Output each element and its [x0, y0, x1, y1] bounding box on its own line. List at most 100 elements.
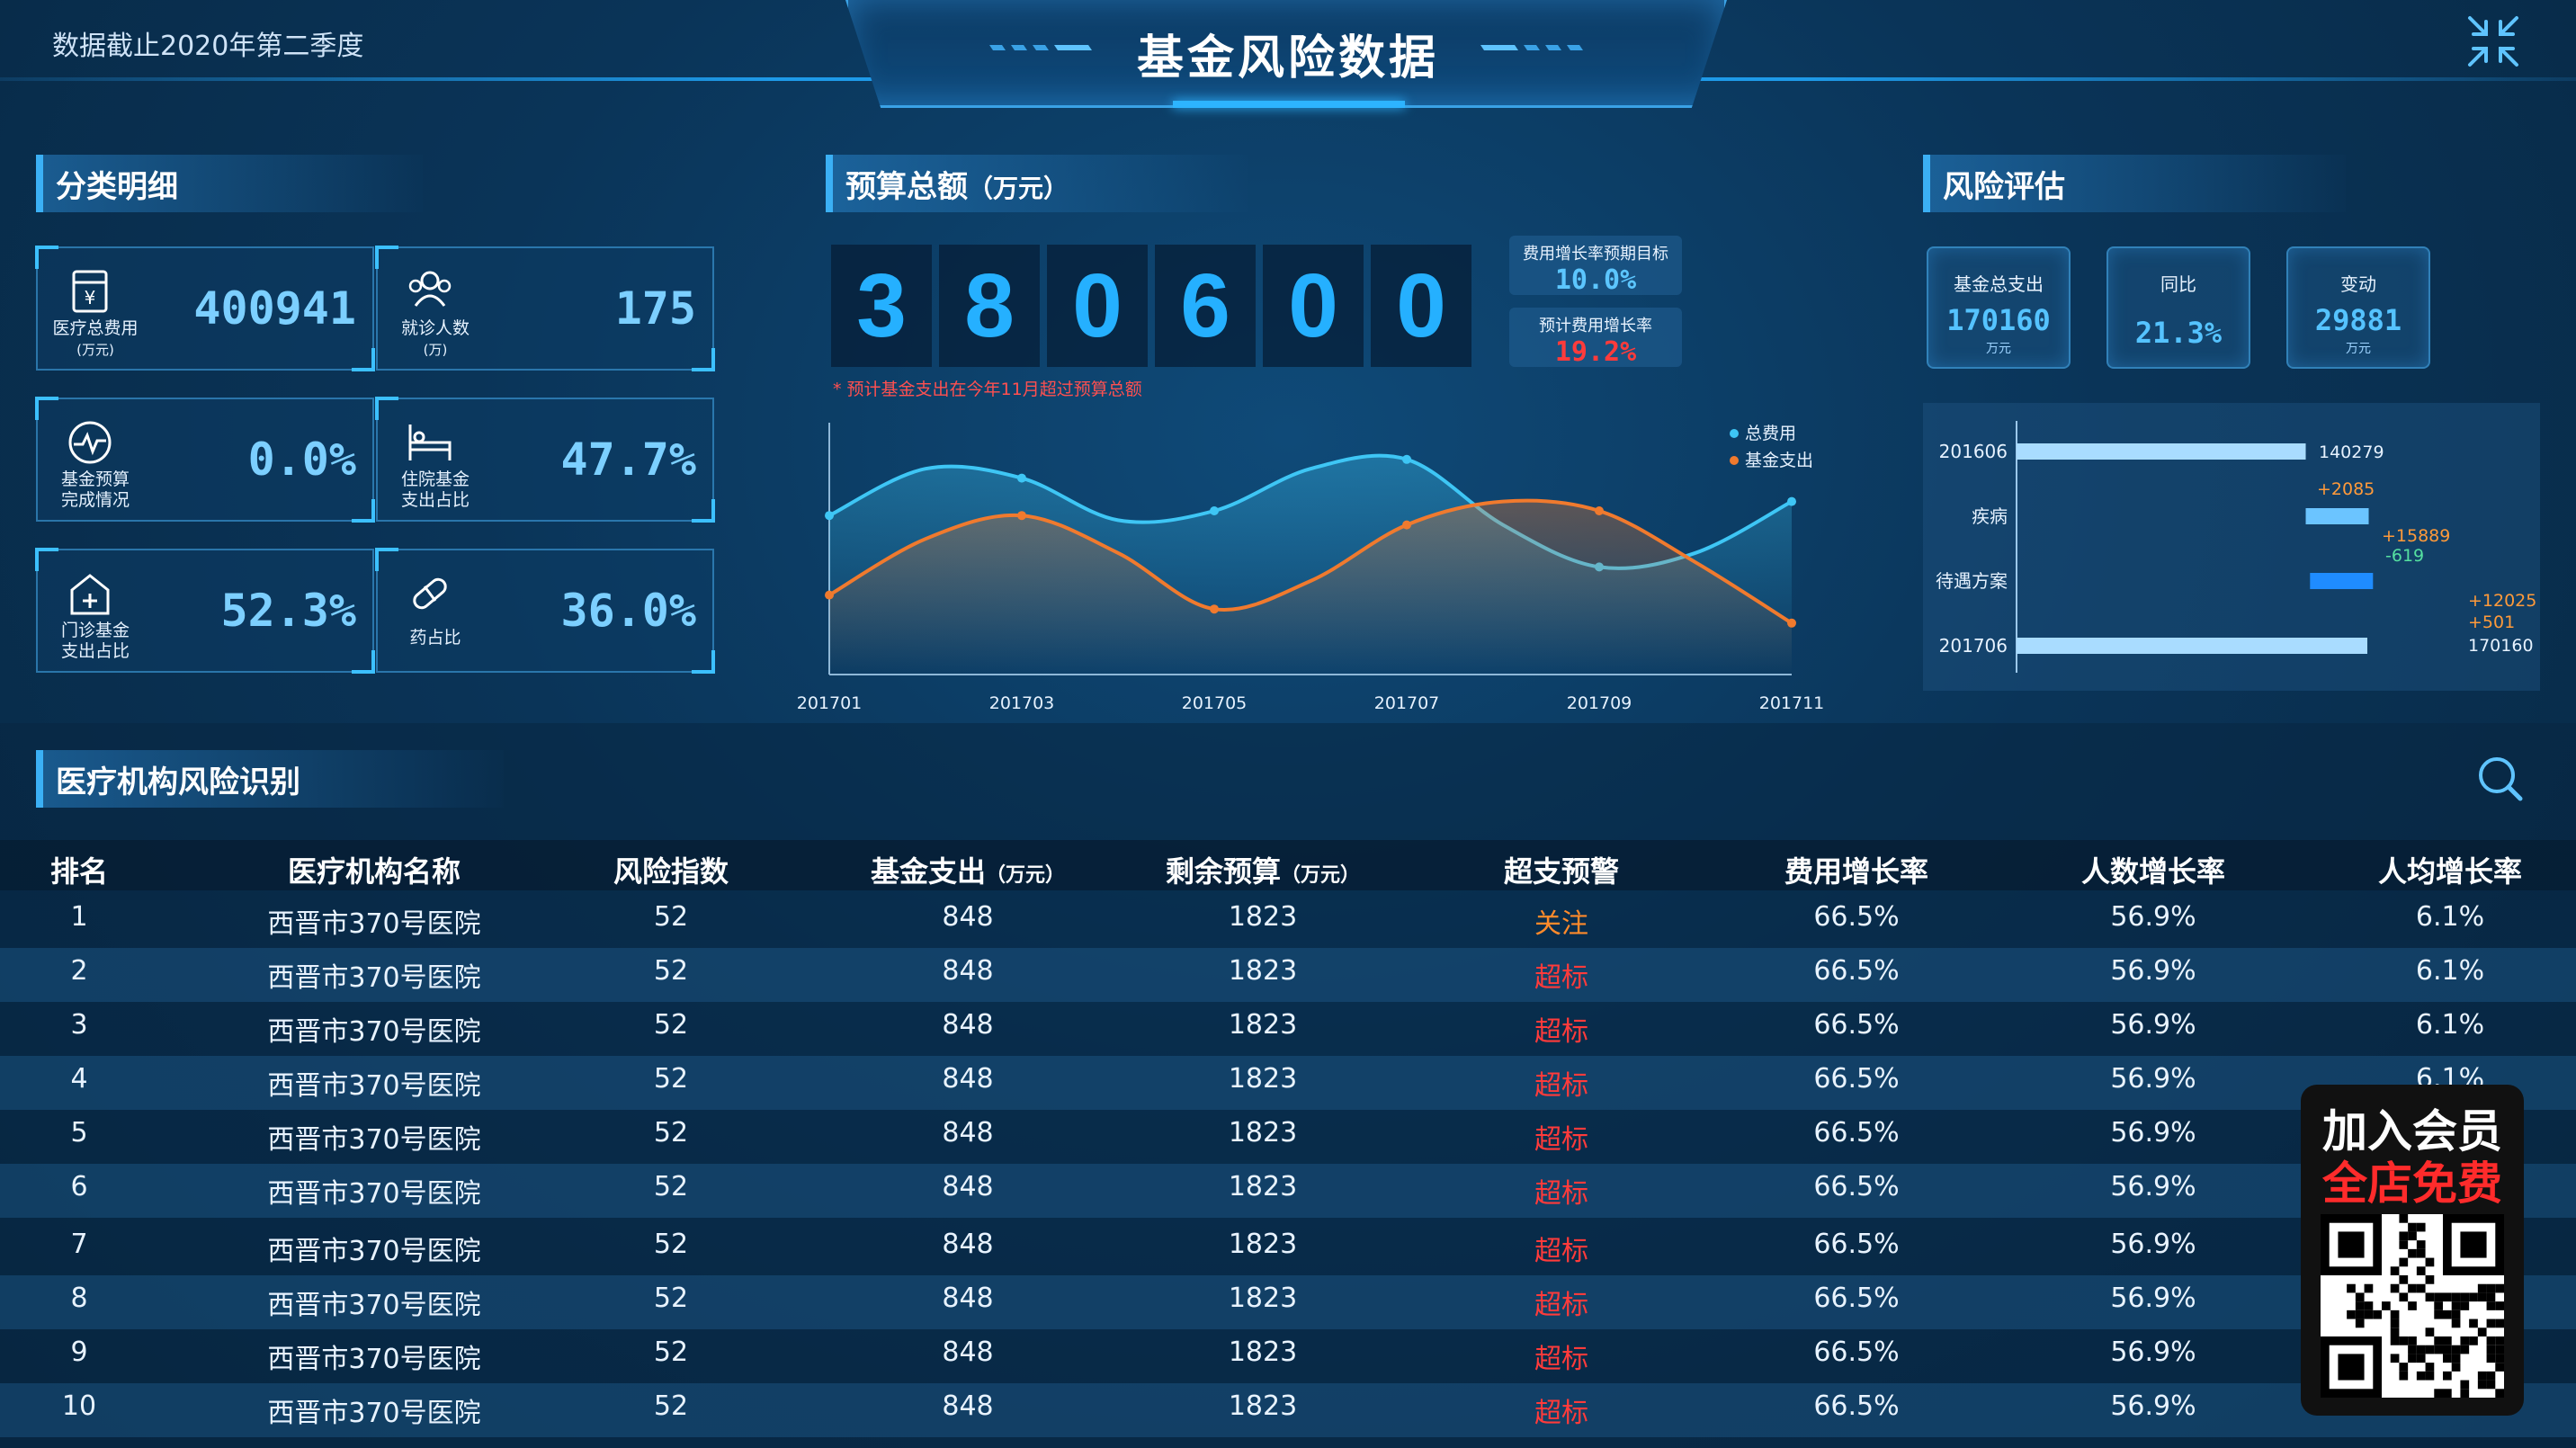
- card-total-cost[interactable]: ¥ 医疗总费用 (万元) 400941: [35, 246, 375, 371]
- kpi-value: 21.3%: [2134, 316, 2223, 350]
- data-point[interactable]: [825, 511, 834, 521]
- card-visits[interactable]: 就诊人数 (万) 175: [375, 246, 715, 371]
- column-header[interactable]: 费用增长率: [1784, 849, 1928, 890]
- kpi-value: 29881: [2314, 303, 2402, 337]
- waterfall-bar[interactable]: [2017, 443, 2306, 460]
- x-tick-label: 201703: [989, 693, 1055, 713]
- table-row[interactable]: 9西晋市370号医院528481823超标66.5%56.9%6.1%: [0, 1329, 2576, 1383]
- data-point[interactable]: [825, 590, 834, 600]
- x-tick-label: 201711: [1759, 693, 1825, 713]
- table-cell: 超标: [1534, 1124, 1588, 1156]
- kpi-value: 170160: [1946, 303, 2051, 337]
- column-header[interactable]: 超支预警: [1504, 849, 1619, 890]
- column-header[interactable]: 风险指数: [613, 849, 729, 890]
- table-cell: 超标: [1534, 1290, 1588, 1321]
- waterfall-bar[interactable]: [2017, 638, 2367, 654]
- table-cell: 66.5%: [1813, 901, 1900, 933]
- data-point[interactable]: [1017, 511, 1026, 521]
- search-icon[interactable]: [2475, 754, 2526, 804]
- card-outpatient-share[interactable]: 门诊基金 支出占比 52.3%: [35, 548, 375, 674]
- table-cell: 西晋市370号医院: [267, 1236, 481, 1267]
- table-cell: 848: [942, 1171, 994, 1202]
- table-cell: 56.9%: [2110, 955, 2196, 987]
- column-header[interactable]: 人数增长率: [2081, 849, 2225, 890]
- budget-digit: 6: [1155, 245, 1256, 367]
- people-icon: [408, 271, 452, 307]
- card-value: 36.0%: [560, 585, 696, 637]
- qr-code-icon[interactable]: [2321, 1214, 2504, 1398]
- table-row[interactable]: 4 西晋市370号医院 52 848 1823 超标 66.5% 56.9% 6.1%: [0, 1056, 2576, 1110]
- table-cell: 52: [653, 1336, 689, 1368]
- collapse-icon[interactable]: [2464, 13, 2522, 70]
- data-point[interactable]: [1210, 604, 1219, 614]
- table-row[interactable]: 2 西晋市370号医院 52 848 1823 超标 66.5% 56.9% 6.1%: [0, 948, 2576, 1002]
- table-cell: 52: [653, 1009, 689, 1041]
- waterfall-label: 疾病: [1972, 505, 2008, 527]
- pill-icon: [413, 577, 447, 610]
- card-value: 175: [614, 282, 696, 335]
- legend-label[interactable]: 基金支出: [1745, 451, 1813, 470]
- column-header[interactable]: 剩余预算（万元）: [1166, 849, 1360, 890]
- table-row[interactable]: 6西晋市370号医院528481823超标66.5%56.9%6.1%: [0, 1164, 2576, 1218]
- kpi-label: 同比: [2160, 273, 2196, 295]
- table-cell: 848: [942, 1390, 994, 1422]
- data-point[interactable]: [1210, 506, 1219, 515]
- legend-label[interactable]: 总费用: [1745, 424, 1796, 443]
- table-row[interactable]: 5西晋市370号医院528481823超标66.5%56.9%6.1%: [0, 1110, 2576, 1164]
- waterfall-value: +2085: [2317, 479, 2375, 499]
- growth-forecast-label: 预计费用增长率: [1539, 317, 1652, 335]
- table-cell: 6: [70, 1171, 88, 1202]
- waterfall-chart: 201606 疾病待遇方案 201706 140279 +2085 +15889-619 +…: [1936, 421, 2536, 673]
- waterfall-bar[interactable]: [2310, 573, 2374, 589]
- column-header[interactable]: 基金支出（万元）: [871, 849, 1065, 890]
- table-cell: 西晋市370号医院: [267, 1178, 481, 1210]
- growth-target-box: 费用增长率预期目标 10.0%: [1509, 236, 1682, 296]
- data-point[interactable]: [1595, 506, 1604, 515]
- table-cell: 9: [70, 1336, 88, 1368]
- table-row[interactable]: 3 西晋市370号医院 52 848 1823 超标 66.5% 56.9% 6.1%: [0, 1002, 2576, 1056]
- table-row[interactable]: 8西晋市370号医院528481823超标66.5%56.9%6.1%: [0, 1275, 2576, 1329]
- card-value: 47.7%: [560, 434, 696, 486]
- waterfall-value: 140279: [2319, 442, 2384, 462]
- table-cell: 52: [653, 1171, 689, 1202]
- promo-badge[interactable]: 加入会员 全店免费: [2301, 1085, 2524, 1416]
- table-cell: 1: [70, 901, 88, 933]
- table-cell: 8: [70, 1283, 88, 1314]
- table-row[interactable]: 10西晋市370号医院528481823超标66.5%56.9%6.1%: [0, 1383, 2576, 1437]
- waterfall-value: -619: [2385, 546, 2424, 566]
- legend-marker: [1730, 456, 1739, 465]
- pulse-icon: [68, 421, 112, 464]
- title-underline: [1173, 101, 1405, 108]
- waterfall-label: 201706: [1939, 635, 2008, 657]
- table-row[interactable]: 7西晋市370号医院528481823超标66.5%56.9%6.1%: [0, 1221, 2576, 1275]
- data-point[interactable]: [1787, 496, 1796, 506]
- column-header[interactable]: 排名: [50, 849, 108, 890]
- table-cell: 1823: [1228, 1171, 1298, 1202]
- card-label: 住院基金 支出占比: [400, 469, 470, 510]
- table-cell: 56.9%: [2110, 1229, 2196, 1260]
- table-cell: 56.9%: [2110, 1336, 2196, 1368]
- table-cell: 848: [942, 1009, 994, 1041]
- table-cell: 10: [61, 1390, 97, 1422]
- table-cell: 848: [942, 1063, 994, 1095]
- table-cell: 56.9%: [2110, 1283, 2196, 1314]
- table-cell: 5: [70, 1117, 88, 1149]
- card-budget-completion[interactable]: 基金预算 完成情况 0.0%: [35, 397, 375, 523]
- column-header[interactable]: 医疗机构名称: [288, 849, 461, 890]
- data-point[interactable]: [1787, 618, 1796, 628]
- card-inpatient-share[interactable]: 住院基金 支出占比 47.7%: [375, 397, 715, 523]
- kpi-unit: 万元: [1986, 342, 2011, 356]
- data-point[interactable]: [1017, 473, 1026, 483]
- data-point[interactable]: [1402, 454, 1411, 464]
- waterfall-bar[interactable]: [2305, 508, 2369, 524]
- budget-digit: 0: [1047, 245, 1148, 367]
- table-cell: 超标: [1534, 962, 1588, 994]
- svg-text:¥: ¥: [85, 287, 96, 308]
- kpi-yoy: 同比 21.3%: [2106, 246, 2250, 369]
- table-row[interactable]: 1 西晋市370号医院 52 848 1823 关注 66.5% 56.9% 6.1%: [0, 894, 2576, 948]
- table-cell: 66.5%: [1813, 1390, 1900, 1422]
- page-title: 基金风险数据: [1136, 31, 1439, 85]
- card-drug-share[interactable]: 药占比 36.0%: [375, 548, 715, 674]
- column-header[interactable]: 人均增长率: [2378, 849, 2522, 890]
- data-point[interactable]: [1402, 520, 1411, 530]
